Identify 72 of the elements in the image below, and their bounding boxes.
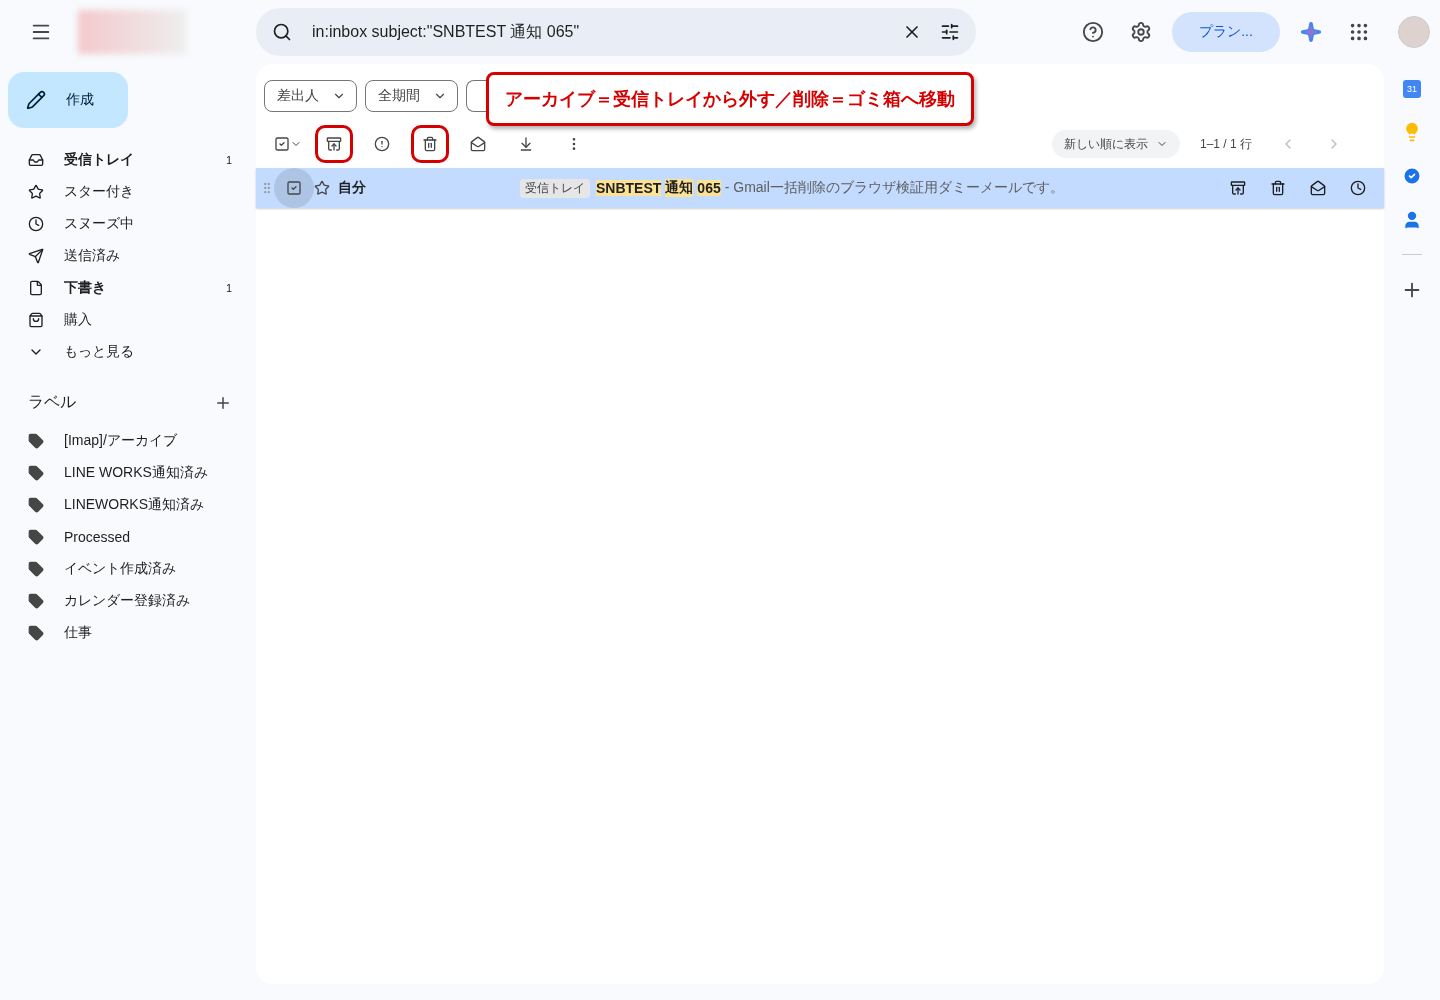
- label-item[interactable]: LINEWORKS通知済み: [64, 496, 204, 514]
- filter-chip[interactable]: 差出人: [264, 80, 357, 112]
- label-icon: [28, 433, 44, 449]
- labels-title: ラベル: [28, 392, 76, 412]
- trash-icon[interactable]: [1270, 180, 1286, 196]
- trash-icon: [422, 136, 438, 152]
- sidebar-item[interactable]: スヌーズ中: [64, 215, 134, 233]
- label-icon: [28, 497, 44, 513]
- sparkle-icon[interactable]: [1300, 21, 1322, 43]
- check-icon[interactable]: [1402, 166, 1422, 186]
- envelope-open-icon[interactable]: [1310, 180, 1326, 196]
- label-item[interactable]: イベント作成済み: [64, 560, 176, 578]
- checkbox[interactable]: [274, 168, 314, 208]
- trash-button[interactable]: [411, 125, 449, 163]
- sidebar-item[interactable]: もっと見る: [64, 343, 134, 361]
- filter-chip[interactable]: [466, 80, 486, 112]
- sidebar-item[interactable]: 下書き: [64, 279, 106, 297]
- annotation-callout: アーカイブ＝受信トレイから外す／削除＝ゴミ箱へ移動: [486, 72, 974, 126]
- plan-button[interactable]: プラン...: [1172, 12, 1280, 52]
- sidebar-item[interactable]: 購入: [64, 311, 92, 329]
- person-icon[interactable]: [1402, 210, 1422, 230]
- subject-text: SNBTEST: [596, 180, 662, 196]
- snippet: - Gmail一括削除のブラウザ検証用ダミーメールです。: [724, 179, 1064, 197]
- sender: 自分: [337, 179, 367, 197]
- page-range: 1–1 / 1 行: [1199, 135, 1252, 153]
- archive-icon[interactable]: [1230, 180, 1246, 196]
- sliders-icon[interactable]: [940, 22, 960, 42]
- envelope-open-icon: [470, 136, 486, 152]
- apps-icon[interactable]: [1348, 21, 1370, 43]
- search-field[interactable]: in:inbox subject:"SNBTEST 通知 065": [310, 22, 884, 42]
- subject-text: 通知: [665, 179, 694, 197]
- label-item[interactable]: LINE WORKS通知済み: [64, 464, 208, 482]
- subject-text: 065: [697, 180, 721, 196]
- calendar-icon[interactable]: 31: [1403, 80, 1421, 98]
- sidebar-item[interactable]: 送信済み: [64, 247, 120, 265]
- label-item[interactable]: Processed: [64, 529, 131, 545]
- unread-count: 1: [225, 282, 232, 294]
- download-icon: [518, 136, 534, 152]
- checkbox-icon: [286, 180, 302, 196]
- filter-chip[interactable]: 全期間: [365, 80, 458, 112]
- unread-count: 1: [225, 154, 232, 166]
- message-row[interactable]: 自分 受信トレイ SNBTEST 通知 065 - Gmail一括削除のブラウザ検証用ダミーメールです。: [256, 168, 1384, 208]
- document-icon: [28, 280, 44, 296]
- send-icon: [28, 248, 44, 264]
- label-icon: [28, 593, 44, 609]
- compose-button[interactable]: 作成: [8, 72, 128, 128]
- label-item[interactable]: カレンダー登録済み: [64, 592, 190, 610]
- pencil-icon: [26, 90, 46, 110]
- sidebar-item[interactable]: 受信トレイ: [64, 151, 134, 169]
- sidebar-item[interactable]: スター付き: [64, 183, 134, 201]
- label-icon: [28, 625, 44, 641]
- inbox-icon: [28, 152, 44, 168]
- settings-icon[interactable]: [1130, 21, 1152, 43]
- label-item[interactable]: [Imap]/アーカイブ: [64, 432, 177, 450]
- label-icon: [28, 465, 44, 481]
- alert-icon: [374, 136, 390, 152]
- archive-button[interactable]: [315, 125, 353, 163]
- checkbox-icon[interactable]: [274, 136, 290, 152]
- label-icon: [28, 561, 44, 577]
- clock-icon[interactable]: [1350, 180, 1366, 196]
- archive-icon: [326, 136, 342, 152]
- search-bar[interactable]: in:inbox subject:"SNBTEST 通知 065": [256, 8, 976, 56]
- label-icon: [28, 529, 44, 545]
- sort-button[interactable]: 新しい順に表示: [1051, 130, 1180, 158]
- search-icon: [272, 22, 292, 42]
- label-item[interactable]: 仕事: [64, 624, 92, 642]
- star-icon: [28, 184, 44, 200]
- help-icon[interactable]: [1082, 21, 1104, 43]
- shopping-bag-icon: [28, 312, 44, 328]
- star-icon[interactable]: [314, 180, 330, 196]
- label-tag: 受信トレイ: [520, 178, 590, 198]
- clock-icon: [28, 216, 44, 232]
